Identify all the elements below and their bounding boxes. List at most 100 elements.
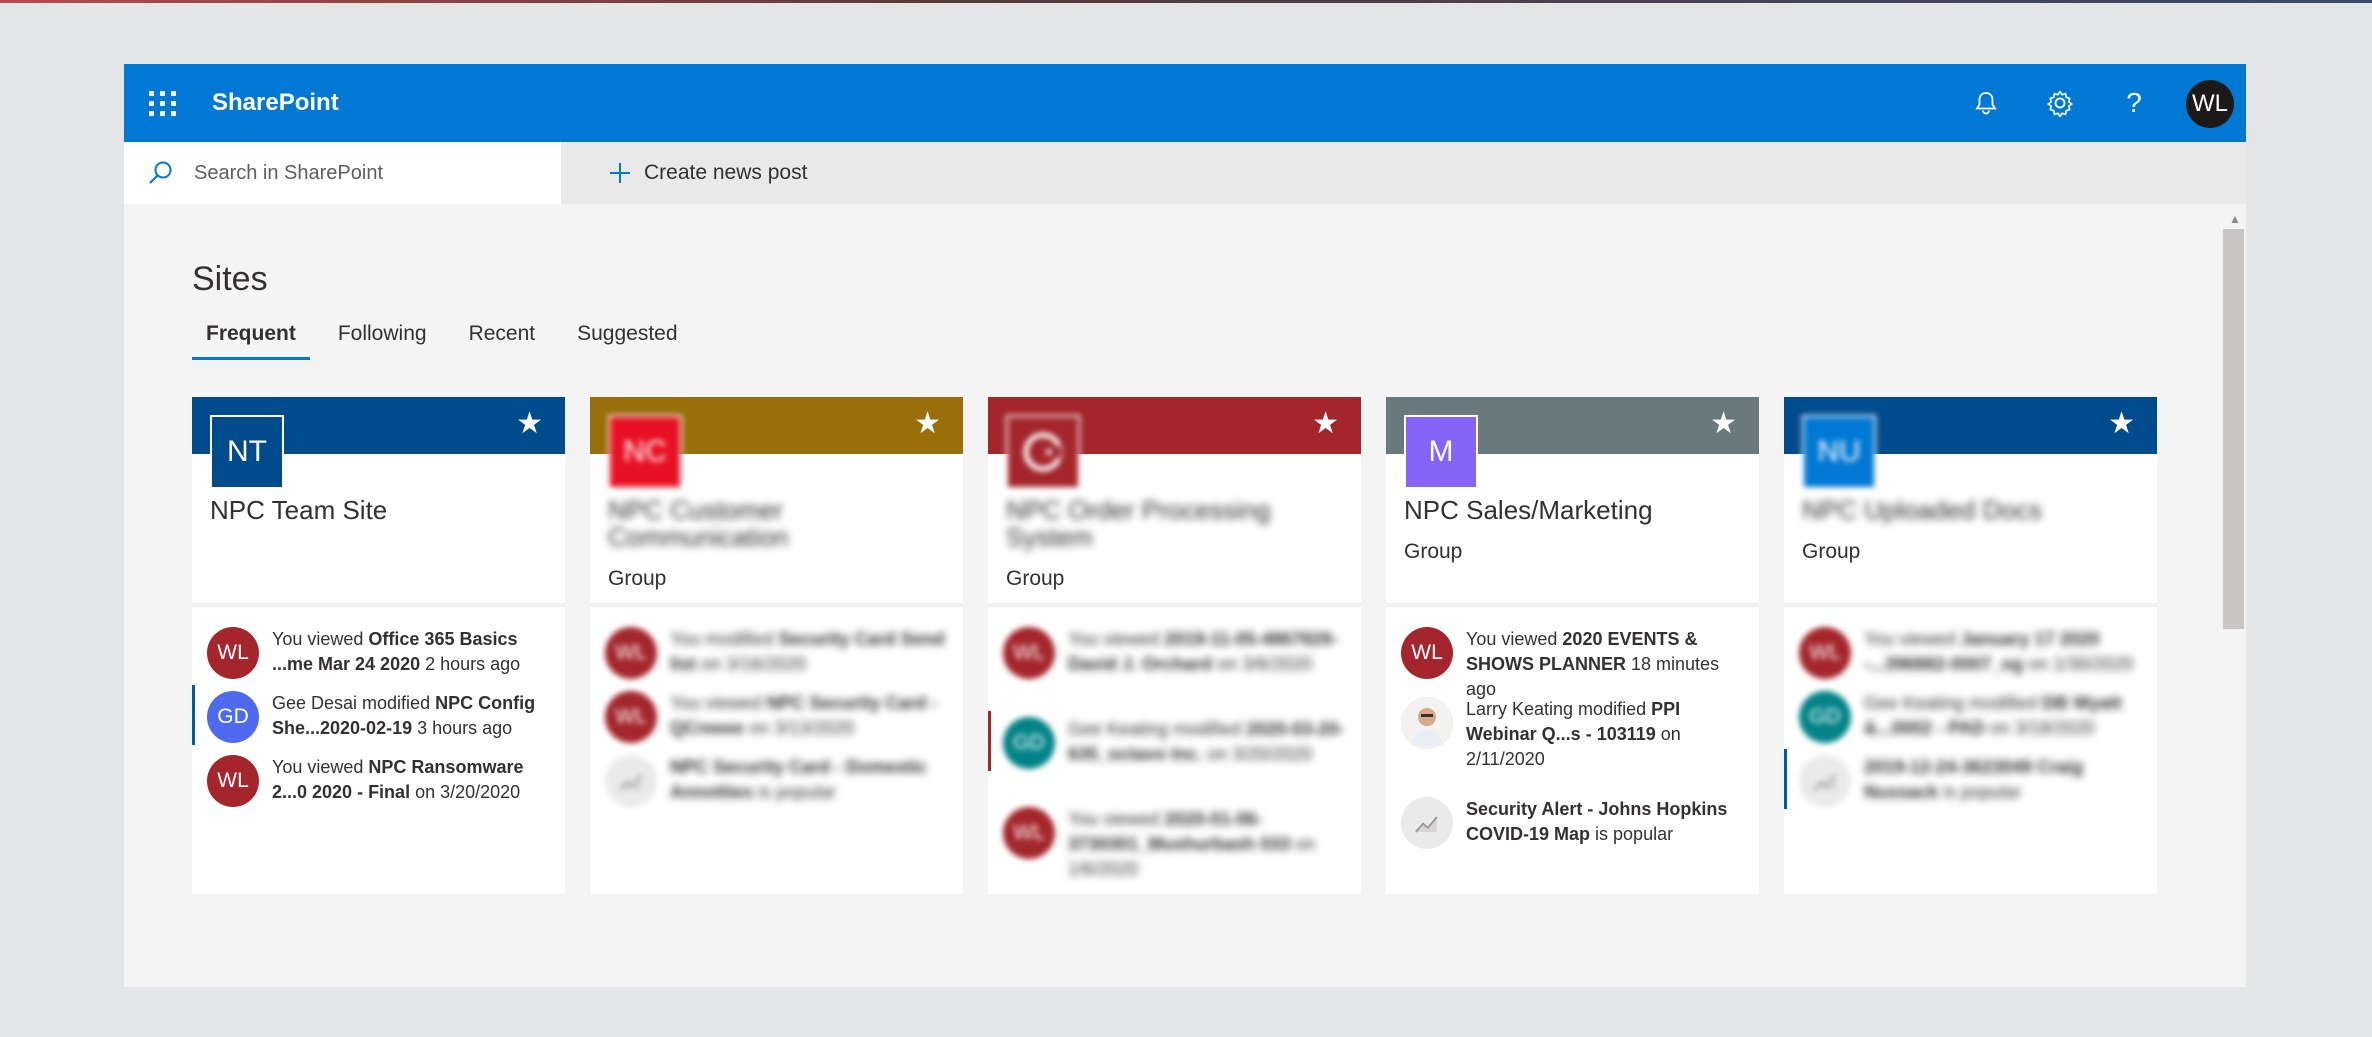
tab-frequent[interactable]: Frequent — [192, 314, 310, 360]
activity-item[interactable]: Larry Keating modified PPI Webinar Q...s… — [1386, 697, 1759, 769]
activity-item[interactable]: WL You viewed 2019-11-05-4867829-David J.… — [988, 627, 1361, 699]
site-card[interactable]: ★ NC NPC Customer Communication Group WL You … — [590, 397, 963, 894]
sites-tabs: Frequent Following Recent Suggested — [192, 314, 706, 360]
activity-highlight-bar — [988, 711, 991, 771]
activity-item[interactable]: WL You viewed January 17 2020 -...396882-… — [1784, 627, 2157, 699]
site-name[interactable]: NPC Team Site — [210, 497, 540, 524]
follow-star-icon[interactable]: ★ — [1710, 409, 1737, 439]
activity-text: Gee Keating modified DB Wyatt &...0002 -… — [1864, 691, 2144, 741]
activity-text: 2019-12-24-3623049 Craig Nussack is popu… — [1864, 755, 2144, 805]
activity-item[interactable]: 2019-12-24-3623049 Craig Nussack is popu… — [1784, 749, 2157, 827]
activity-time: is popular — [1590, 824, 1674, 844]
activity-time: on 1/30/2020 — [2023, 654, 2134, 674]
activity-text: You viewed Office 365 Basics ...me Mar 2… — [272, 627, 552, 677]
follow-star-icon[interactable]: ★ — [914, 409, 941, 439]
activity-time: on 3/6/2020 — [1212, 654, 1313, 674]
follow-star-icon[interactable]: ★ — [2108, 409, 2135, 439]
activity-text: Gee Keating modified 2020-03-20-635_octa… — [1068, 717, 1348, 767]
activity-item[interactable]: GD Gee Desai modified NPC Config She...20… — [192, 685, 565, 763]
activity-text: You viewed NPC Security Card - QCreeee o… — [670, 691, 950, 741]
activity-item[interactable]: WL You viewed Office 365 Basics ...me Mar… — [192, 627, 565, 699]
activity-time: 3 hours ago — [412, 718, 513, 738]
command-bar: Create news post — [124, 142, 2246, 204]
activity-item[interactable]: WL You viewed 2020 EVENTS & SHOWS PLANNER… — [1386, 627, 1759, 699]
activity-avatar: WL — [1799, 627, 1851, 679]
help-question-icon[interactable]: ? — [2114, 83, 2154, 123]
trending-icon — [1401, 797, 1453, 849]
activity-item[interactable]: GD Gee Keating modified DB Wyatt &...0002… — [1784, 691, 2157, 763]
activity-action: You viewed — [1068, 629, 1165, 649]
activity-avatar: WL — [207, 627, 259, 679]
activity-text: Security Alert - Johns Hopkins COVID-19 … — [1466, 797, 1746, 847]
activity-item[interactable]: NPC Security Card - Domestic Annotties i… — [590, 755, 963, 827]
activity-action: You modified — [670, 629, 779, 649]
settings-gear-icon[interactable] — [2040, 83, 2080, 123]
site-card[interactable]: ★ NU NPC Uploaded Docs Group WL You viewed Ja… — [1784, 397, 2157, 894]
site-logo: NU — [1802, 415, 1876, 489]
search-icon — [149, 161, 172, 184]
window-top-edge — [0, 0, 2372, 3]
app-launcher-icon[interactable] — [148, 88, 178, 118]
follow-star-icon[interactable]: ★ — [1312, 409, 1339, 439]
sites-heading: Sites — [192, 260, 268, 298]
activity-avatar: WL — [1003, 627, 1055, 679]
app-name[interactable]: SharePoint — [212, 64, 339, 142]
notifications-bell-icon[interactable] — [1966, 83, 2006, 123]
activity-text: You viewed 2020-01-06-3730301_Mushurbash… — [1068, 807, 1348, 882]
activity-action: You viewed — [1864, 629, 1961, 649]
activity-text: You viewed 2019-11-05-4867829-David J. O… — [1068, 627, 1348, 677]
activity-highlight-bar — [192, 685, 195, 745]
activity-text: You viewed January 17 2020 -...396882-00… — [1864, 627, 2144, 677]
activity-avatar: GD — [1799, 691, 1851, 743]
search-input[interactable] — [194, 161, 534, 185]
activity-action: Gee Desai modified — [272, 693, 436, 713]
activity-time: on 3/13/2020 — [744, 718, 855, 738]
user-avatar[interactable]: WL — [2186, 80, 2234, 128]
activity-photo-avatar — [1401, 697, 1453, 749]
site-name[interactable]: NPC Order Processing System — [1006, 497, 1336, 551]
activity-text: Gee Desai modified NPC Config She...2020… — [272, 691, 552, 741]
activity-avatar: WL — [207, 755, 259, 807]
trending-icon — [605, 755, 657, 807]
activity-time: is popular — [1938, 782, 2022, 802]
activity-item[interactable]: GD Gee Keating modified 2020-03-20-635_oc… — [988, 711, 1361, 789]
activity-time: 2 hours ago — [420, 654, 521, 674]
activity-text: You viewed NPC Ransomware 2...0 2020 - F… — [272, 755, 552, 805]
site-card[interactable]: ★ NPC Order Processing System Group WL You v… — [988, 397, 1361, 894]
activity-action: Larry Keating modified — [1466, 699, 1652, 719]
site-name[interactable]: NPC Customer Communication — [608, 497, 938, 551]
tab-following[interactable]: Following — [324, 314, 441, 360]
activity-item[interactable]: WL You viewed NPC Ransomware 2...0 2020 -… — [192, 755, 565, 827]
activity-time: is popular — [753, 782, 837, 802]
follow-star-icon[interactable]: ★ — [516, 409, 543, 439]
activity-item[interactable]: WL You modified Security Card Send list o… — [590, 627, 963, 699]
card-divider — [988, 603, 1361, 607]
tab-suggested[interactable]: Suggested — [563, 314, 691, 360]
create-news-post-button[interactable]: Create news post — [608, 142, 807, 204]
site-logo: NT — [210, 415, 284, 489]
tab-recent[interactable]: Recent — [455, 314, 550, 360]
activity-action: You viewed — [1466, 629, 1563, 649]
site-type-label: Group — [1006, 567, 1065, 590]
scroll-up-arrow-icon[interactable]: ▲ — [2229, 212, 2241, 226]
activity-avatar: WL — [1003, 807, 1055, 859]
search-box[interactable] — [124, 142, 561, 204]
site-name[interactable]: NPC Sales/Marketing — [1404, 497, 1734, 524]
scrollbar-thumb[interactable] — [2223, 229, 2244, 629]
activity-item[interactable]: Security Alert - Johns Hopkins COVID-19 … — [1386, 797, 1759, 869]
card-divider — [192, 603, 565, 607]
activity-avatar: GD — [1003, 717, 1055, 769]
create-news-post-label: Create news post — [644, 161, 808, 184]
site-logo: NC — [608, 415, 682, 489]
site-card[interactable]: ★ NT NPC Team Site WL You viewed Office 365 … — [192, 397, 565, 894]
activity-item[interactable]: WL You viewed NPC Security Card - QCreeee… — [590, 691, 963, 763]
site-name[interactable]: NPC Uploaded Docs — [1802, 497, 2132, 524]
activity-time: on 3/18/2020 — [1984, 718, 2095, 738]
activity-time: on 3/20/2020 — [1202, 744, 1313, 764]
activity-item[interactable]: WL You viewed 2020-01-06-3730301_Mushurba… — [988, 807, 1361, 879]
activity-time: on 3/20/2020 — [410, 782, 521, 802]
site-card[interactable]: ★ M NPC Sales/Marketing Group WL You viewed 2… — [1386, 397, 1759, 894]
activity-text: You viewed 2020 EVENTS & SHOWS PLANNER 1… — [1466, 627, 1746, 702]
activity-action: Gee Keating modified — [1068, 719, 1247, 739]
site-logo — [1006, 415, 1080, 489]
